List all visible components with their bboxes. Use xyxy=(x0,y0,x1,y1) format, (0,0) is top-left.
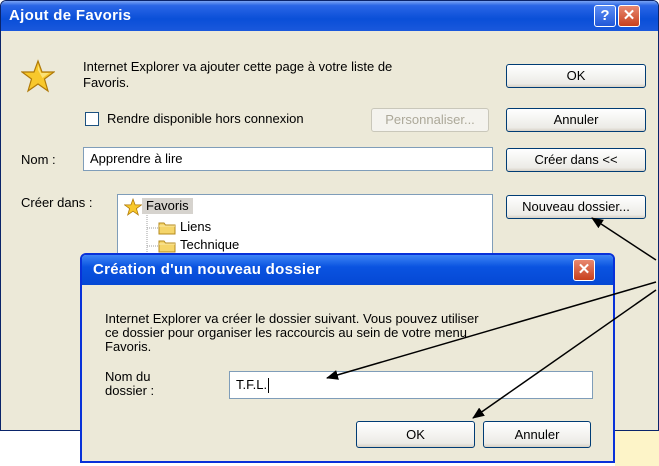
arrow-to-folder-name xyxy=(326,281,657,380)
arrow-to-new-folder xyxy=(591,217,657,261)
annotation-arrows xyxy=(326,217,657,419)
